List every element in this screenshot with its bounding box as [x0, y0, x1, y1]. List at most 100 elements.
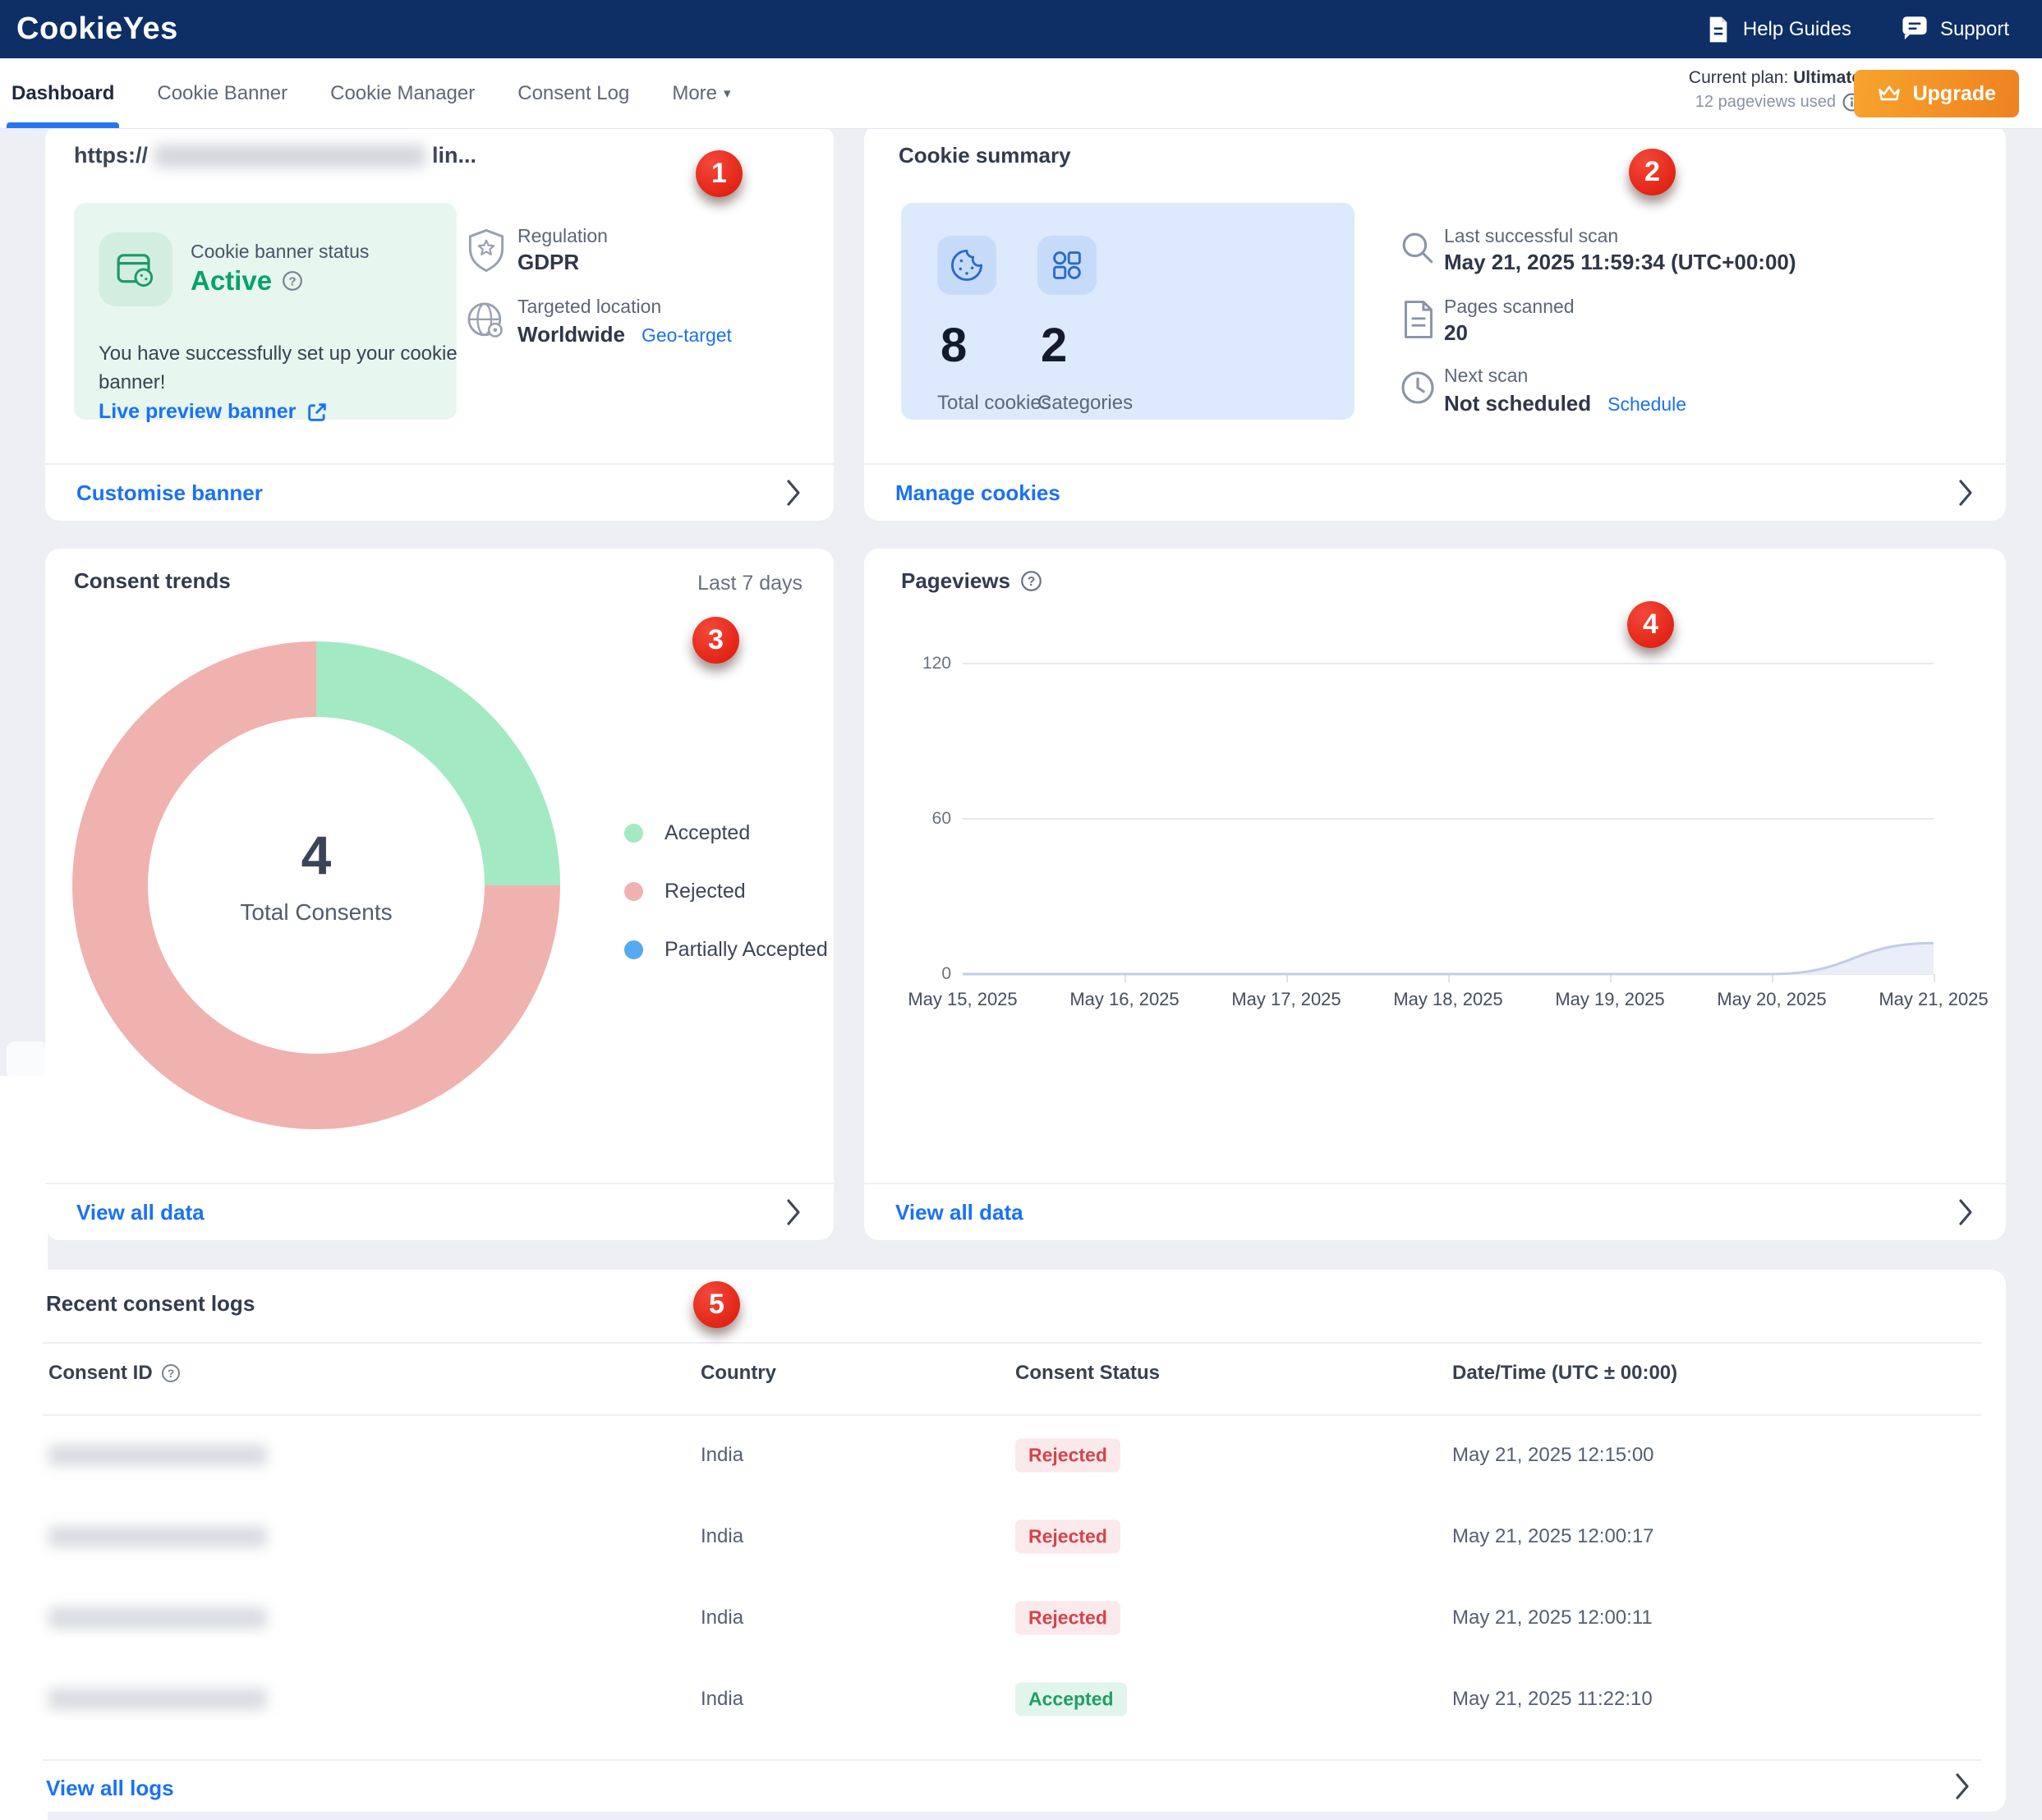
- site-url: https:// lin...: [74, 143, 476, 168]
- targeted-location-value: WorldwideGeo-target: [517, 322, 732, 347]
- main-navigation: Dashboard Cookie Banner Cookie Manager Cons…: [0, 58, 2042, 128]
- help-guides-button[interactable]: Help Guides: [1705, 15, 1851, 44]
- tab-dashboard[interactable]: Dashboard: [11, 58, 114, 128]
- targeted-location-label: Targeted location: [517, 296, 661, 318]
- chevron-right-icon[interactable]: [784, 1197, 803, 1228]
- column-header-consent-status: Consent Status: [1015, 1362, 1160, 1385]
- consent-donut: 4 Total Consents: [72, 641, 560, 1129]
- datetime-cell: May 21, 2025 12:00:17: [1452, 1525, 1654, 1548]
- search-icon: [1398, 228, 1437, 268]
- crown-icon: [1877, 83, 1902, 104]
- step-badge-3: 3: [692, 617, 739, 664]
- tab-cookie-banner[interactable]: Cookie Banner: [157, 58, 287, 128]
- upgrade-button[interactable]: Upgrade: [1854, 70, 2019, 117]
- banner-status-panel: Cookie banner status Active ? You have s…: [74, 203, 457, 420]
- left-edge-widget-fragment: [7, 1041, 48, 1079]
- card3-footer: View all data: [45, 1183, 834, 1240]
- regulation-label: Regulation: [517, 225, 608, 247]
- live-preview-banner-link[interactable]: Live preview banner: [99, 400, 329, 424]
- chevron-right-icon[interactable]: [1957, 1197, 1975, 1228]
- pageviews-chart: 060120May 15, 2025May 16, 2025May 17, 20…: [864, 549, 2006, 1041]
- tab-cookie-manager[interactable]: Cookie Manager: [330, 58, 475, 128]
- country-cell: India: [701, 1688, 743, 1711]
- geo-target-link[interactable]: Geo-target: [642, 324, 732, 346]
- chevron-right-icon[interactable]: [1953, 1771, 1971, 1802]
- step-badge-1: 1: [696, 150, 743, 197]
- legend-item: Accepted: [624, 821, 828, 845]
- schedule-link[interactable]: Schedule: [1607, 393, 1686, 415]
- column-header-country: Country: [701, 1362, 776, 1385]
- datetime-cell: May 21, 2025 12:00:11: [1452, 1606, 1653, 1629]
- consent-id-redacted: [48, 1445, 267, 1466]
- banner-status-value: Active ?: [191, 265, 303, 296]
- help-guides-label: Help Guides: [1743, 18, 1851, 41]
- divider: [43, 1342, 1981, 1344]
- shield-star-icon: [466, 228, 507, 273]
- donut-center: 4 Total Consents: [148, 717, 485, 1054]
- question-icon[interactable]: ?: [282, 270, 303, 292]
- country-cell: India: [701, 1525, 743, 1548]
- consent-status-badge: Rejected: [1015, 1438, 1120, 1472]
- banner-status-label: Cookie banner status: [191, 241, 369, 263]
- view-all-logs-link[interactable]: View all logs: [46, 1776, 174, 1801]
- tab-consent-log[interactable]: Consent Log: [517, 58, 629, 128]
- legend-dot: [624, 882, 643, 901]
- manage-cookies-link[interactable]: Manage cookies: [895, 480, 1060, 506]
- table-row: India Rejected May 21, 2025 12:00:11: [25, 1577, 2006, 1658]
- pageviews-line: [864, 549, 2006, 1041]
- datetime-cell: May 21, 2025 11:22:10: [1452, 1688, 1653, 1711]
- chevron-right-icon[interactable]: [784, 477, 803, 508]
- external-link-icon: [306, 401, 329, 424]
- pages-scanned-value: 20: [1444, 320, 1468, 346]
- view-all-data-link[interactable]: View all data: [895, 1200, 1023, 1225]
- next-scan-label: Next scan: [1444, 365, 1528, 387]
- pageviews-card: Pageviews ? 060120May 15, 2025May 16, 20…: [864, 549, 2006, 1240]
- column-header-consent-id: Consent ID ?: [48, 1362, 181, 1385]
- pages-scanned-label: Pages scanned: [1444, 296, 1575, 318]
- plan-name: Ultimate: [1793, 68, 1861, 87]
- cookie-summary-title: Cookie summary: [899, 143, 1071, 168]
- cookie-banner-icon: [99, 232, 172, 306]
- support-button[interactable]: Support: [1901, 16, 2009, 43]
- logs-rows: IndiaRejectedMay 21, 2025 12:15:00 India R…: [25, 1414, 2006, 1740]
- recent-consent-logs-card: Recent consent logs Consent ID ? Country…: [25, 1270, 2006, 1812]
- support-label: Support: [1940, 18, 2009, 41]
- current-plan-text: Current plan: Ultimate: [1689, 68, 1861, 88]
- total-cookies-value: 8: [941, 318, 967, 373]
- cookie-counts-panel: 8 2 Total cookies Categories: [901, 203, 1354, 420]
- plan-info: Current plan: Ultimate 12 pageviews used: [1689, 68, 1861, 112]
- nav-tabs: Dashboard Cookie Banner Cookie Manager Cons…: [11, 58, 731, 128]
- categories-icon: [1037, 236, 1097, 295]
- question-icon[interactable]: ?: [161, 1363, 181, 1383]
- chevron-down-icon: ▾: [724, 85, 731, 102]
- regulation-value: GDPR: [517, 250, 579, 275]
- consent-trends-title: Consent trends: [74, 568, 231, 594]
- view-all-data-link[interactable]: View all data: [76, 1200, 205, 1225]
- redacted-url: [154, 145, 425, 168]
- tab-more[interactable]: More▾: [672, 58, 730, 128]
- customise-banner-link[interactable]: Customise banner: [76, 480, 263, 506]
- top-app-bar: CookieYes Help Guides Support: [0, 0, 2042, 58]
- categories-label: Categories: [1037, 392, 1133, 415]
- categories-value: 2: [1041, 318, 1067, 373]
- chevron-right-icon[interactable]: [1957, 477, 1975, 508]
- total-cookies-label: Total cookies: [937, 392, 1051, 415]
- consent-trends-range: Last 7 days: [697, 572, 803, 595]
- total-consents-label: Total Consents: [240, 899, 392, 926]
- legend-item: Partially Accepted: [624, 938, 828, 962]
- consent-status-badge: Rejected: [1015, 1601, 1120, 1634]
- consent-id-redacted: [48, 1689, 267, 1710]
- cookie-summary-card: Cookie summary 8 2 Total cookies Categor…: [864, 125, 2006, 521]
- upgrade-label: Upgrade: [1913, 82, 1996, 106]
- table-row: India Accepted May 21, 2025 11:22:10: [25, 1658, 2006, 1740]
- legend-dot: [624, 940, 643, 959]
- consent-status-badge: Accepted: [1015, 1682, 1127, 1716]
- consent-id-redacted: [48, 1607, 267, 1629]
- document-icon: [1705, 15, 1732, 44]
- divider: [43, 1759, 1981, 1761]
- consent-status-badge: Rejected: [1015, 1519, 1120, 1553]
- country-cell: India: [701, 1606, 743, 1629]
- banner-success-message: You have successfully set up your cookie…: [99, 339, 460, 397]
- table-row: IndiaRejectedMay 21, 2025 12:15:00: [25, 1414, 2006, 1496]
- card4-footer: View all data: [864, 1183, 2006, 1240]
